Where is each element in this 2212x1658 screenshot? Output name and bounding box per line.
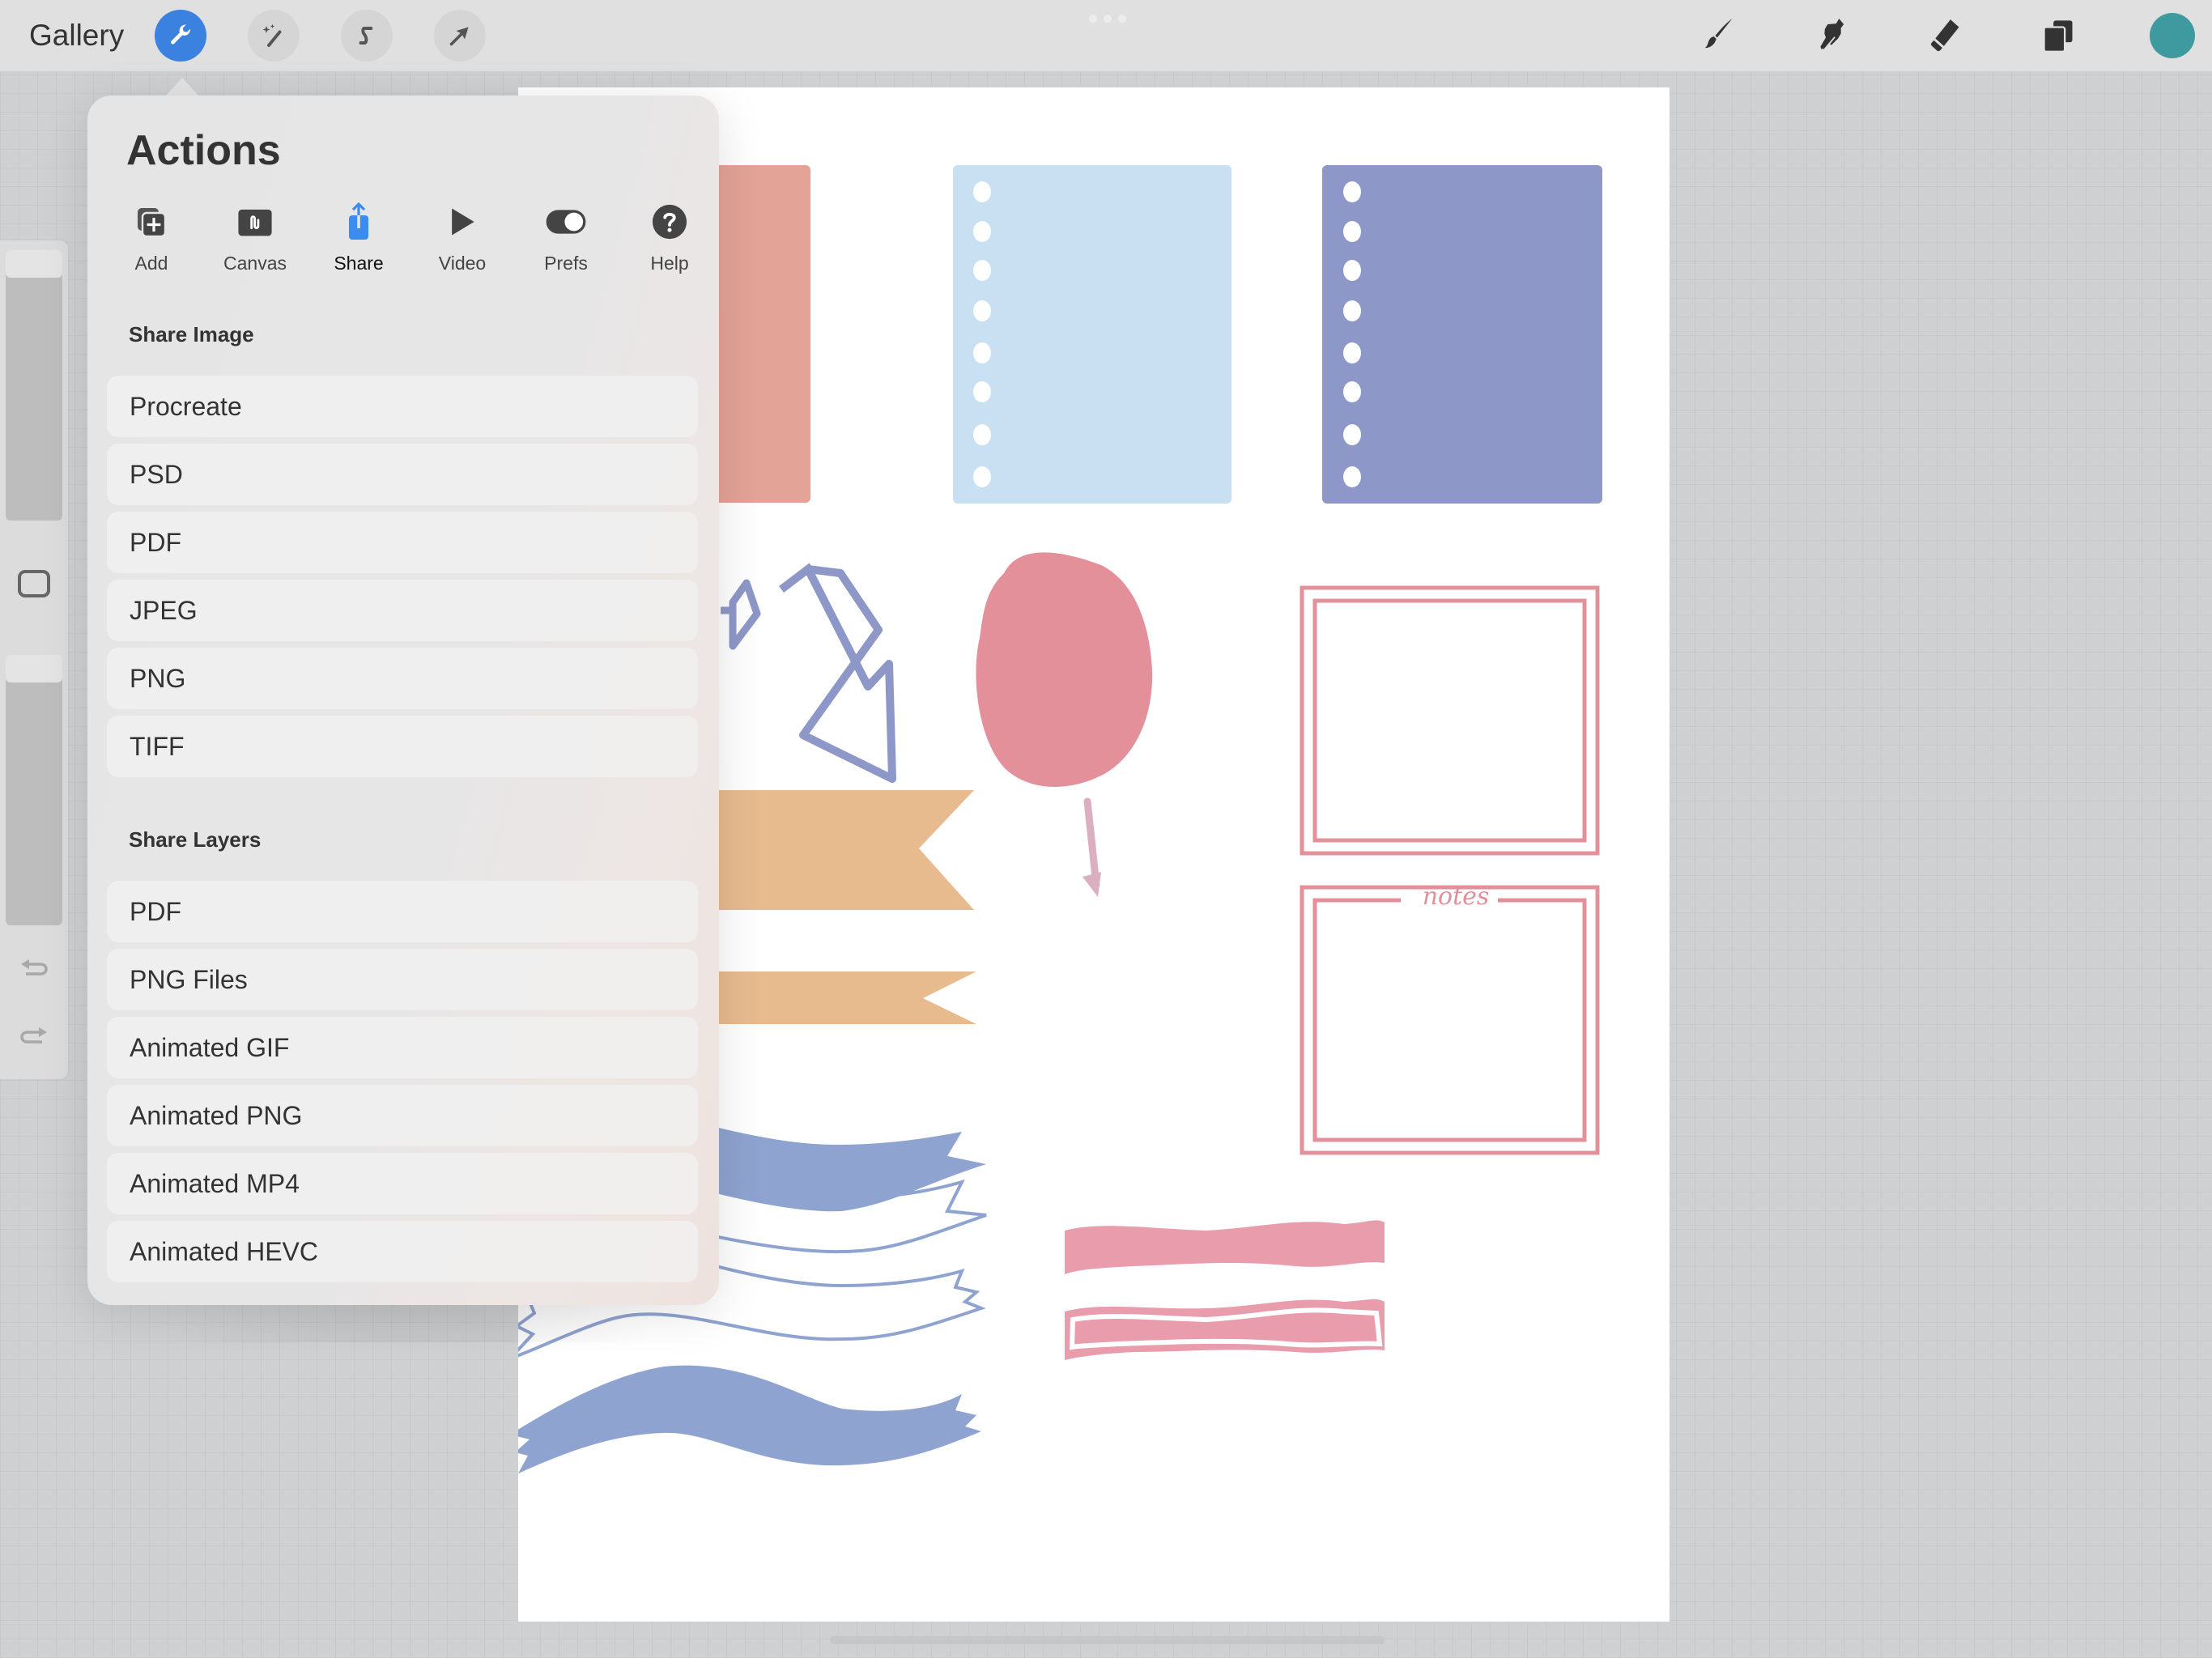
share-image-list: Procreate PSD PDF JPEG PNG TIFF [107, 376, 698, 784]
selection-button[interactable] [341, 10, 393, 62]
tab-prefs[interactable]: Prefs [521, 199, 610, 280]
blue-ribbon-filled-bottom [518, 1365, 981, 1473]
pink-highlight-outlined [1065, 1299, 1385, 1360]
gallery-button[interactable]: Gallery [29, 15, 124, 57]
color-picker-button[interactable] [2150, 13, 2195, 58]
share-layers-png-files[interactable]: PNG Files [107, 949, 698, 1010]
pink-down-arrow [1083, 797, 1101, 897]
actions-panel: Actions Add Canvas Share Video Prefs Hel… [87, 96, 719, 1305]
adjustments-button[interactable] [248, 10, 300, 62]
transform-button[interactable] [434, 10, 486, 62]
diagonal-arrow-outline [799, 565, 896, 783]
pink-blob [976, 552, 1153, 787]
share-layers-animated-gif[interactable]: Animated GIF [107, 1017, 698, 1078]
share-image-procreate[interactable]: Procreate [107, 376, 698, 437]
play-icon [452, 208, 474, 236]
help-icon [652, 204, 687, 240]
cursor-arrow-icon [449, 27, 469, 46]
wrench-icon [171, 24, 191, 45]
tab-video-label: Video [438, 253, 487, 274]
notes-label: notes [1422, 882, 1490, 911]
share-layers-animated-hevc[interactable]: Animated HEVC [107, 1221, 698, 1282]
light-blue-note-card [953, 165, 1231, 504]
share-layers-pdf[interactable]: PDF [107, 881, 698, 942]
redo-icon [20, 1027, 47, 1044]
layers-icon [2043, 20, 2073, 53]
redo-button[interactable] [18, 1022, 50, 1048]
periwinkle-note-card [1322, 165, 1602, 504]
undo-icon [21, 959, 48, 976]
tab-share-label: Share [334, 253, 384, 274]
share-layers-animated-png[interactable]: Animated PNG [107, 1085, 698, 1146]
brush-size-slider[interactable] [6, 250, 62, 521]
pink-notes-frame [1300, 885, 1600, 1155]
tab-canvas-label: Canvas [223, 253, 287, 274]
brush-size-thumb[interactable] [6, 250, 62, 278]
eraser-icon [1930, 19, 1959, 52]
share-image-png[interactable]: PNG [107, 648, 698, 709]
share-image-heading: Share Image [129, 322, 254, 346]
tab-video[interactable]: Video [418, 199, 507, 280]
eraser-button[interactable] [1921, 11, 1969, 60]
share-layers-list: PDF PNG Files Animated GIF Animated PNG … [107, 881, 698, 1289]
panel-title: Actions [126, 127, 281, 174]
share-image-pdf[interactable]: PDF [107, 512, 698, 573]
selection-s-icon [359, 27, 373, 45]
diagonal-arrow-shaft [778, 563, 872, 689]
pink-double-frame [1300, 585, 1600, 856]
pink-highlight-filled [1065, 1220, 1385, 1274]
small-arrow-outline [721, 579, 761, 650]
undo-button[interactable] [18, 954, 50, 980]
drag-handle[interactable] [1089, 15, 1126, 26]
opacity-thumb[interactable] [6, 655, 62, 682]
paintbrush-icon [1704, 19, 1733, 49]
tab-add-label: Add [134, 253, 168, 274]
actions-tabs: Add Canvas Share Video Prefs Help [107, 199, 722, 280]
layers-button[interactable] [2034, 11, 2082, 60]
brush-button[interactable] [1694, 11, 1742, 60]
actions-button[interactable] [155, 10, 206, 62]
smudge-finger-icon [1820, 19, 1844, 49]
modify-button[interactable] [18, 570, 50, 597]
smudge-button[interactable] [1807, 11, 1856, 60]
tab-help[interactable]: Help [625, 199, 714, 280]
panel-pointer [164, 78, 200, 97]
home-indicator-bar [830, 1636, 1385, 1644]
tab-canvas[interactable]: Canvas [211, 199, 300, 280]
tab-help-label: Help [650, 253, 689, 274]
opacity-slider[interactable] [6, 655, 62, 925]
magic-wand-icon [262, 23, 282, 47]
toggle-icon [546, 210, 586, 234]
left-sidebar [0, 240, 68, 1079]
share-icon [349, 202, 368, 240]
add-layer-icon [138, 208, 167, 238]
share-image-tiff[interactable]: TIFF [107, 716, 698, 777]
canvas-icon [238, 209, 272, 236]
top-toolbar: Gallery [0, 0, 2212, 71]
tab-share[interactable]: Share [314, 199, 403, 280]
tab-add[interactable]: Add [107, 199, 196, 280]
tab-prefs-label: Prefs [544, 253, 588, 274]
share-layers-heading: Share Layers [129, 827, 262, 852]
share-image-psd[interactable]: PSD [107, 444, 698, 505]
share-layers-animated-mp4[interactable]: Animated MP4 [107, 1153, 698, 1214]
share-image-jpeg[interactable]: JPEG [107, 580, 698, 641]
